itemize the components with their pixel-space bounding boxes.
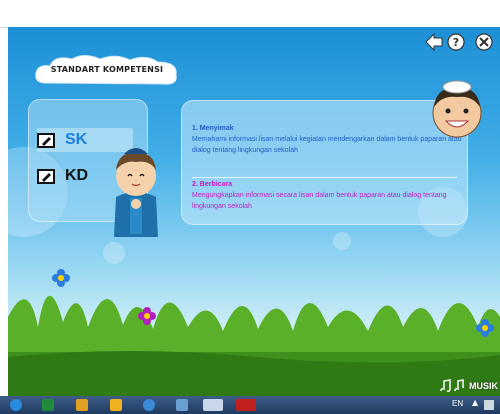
- svg-text:?: ?: [453, 36, 459, 49]
- section-text-berbicara: Mengungkapkan informasi secara lisan dal…: [192, 192, 447, 210]
- media-player-icon[interactable]: [110, 399, 122, 411]
- bubble-decoration: [333, 232, 351, 250]
- boy-character-illustration: [114, 148, 158, 237]
- section-divider: [192, 177, 457, 178]
- excel-icon[interactable]: [42, 399, 54, 411]
- chevron-up-icon[interactable]: ▲: [472, 398, 478, 407]
- smiling-boy-face-illustration: [432, 80, 482, 138]
- music-toggle[interactable]: MUSIK: [438, 378, 498, 394]
- menu-item-label: SK: [65, 131, 88, 148]
- music-label: MUSIK: [469, 381, 498, 391]
- chrome-icon[interactable]: [143, 399, 155, 411]
- flag-icon[interactable]: [484, 400, 494, 410]
- top-controls: ?: [424, 30, 496, 54]
- page-title-cloud: STANDART KOMPETENSI: [32, 53, 182, 91]
- section-text-menyimak: Memahami informasi lisan melalui kegiata…: [192, 136, 462, 154]
- grass-field-illustration: [8, 295, 500, 396]
- music-notes-icon: [440, 379, 464, 392]
- close-icon[interactable]: [475, 33, 493, 51]
- flash-icon[interactable]: [236, 399, 256, 411]
- menu-item-label: KD: [65, 167, 89, 184]
- windows-taskbar: EN ▲: [0, 396, 500, 414]
- content-panel: 1. Menyimak Memahami informasi lisan mel…: [181, 100, 468, 225]
- blue-flower-icon: [476, 319, 494, 337]
- section-title-berbicara: 2. Berbicara: [192, 181, 233, 188]
- purple-flower-icon: [138, 307, 156, 325]
- pencil-box-icon: [37, 168, 55, 184]
- window-top-band: [0, 0, 500, 28]
- paint-icon[interactable]: [76, 399, 88, 411]
- pencil-box-icon: [37, 132, 55, 148]
- page-title: STANDART KOMPETENSI: [50, 65, 164, 74]
- help-icon[interactable]: ?: [447, 33, 465, 51]
- language-indicator[interactable]: EN: [452, 399, 463, 408]
- network-icon[interactable]: [176, 399, 188, 411]
- blue-flower-icon: [52, 269, 70, 287]
- app-scene: STANDART KOMPETENSI ? SK KD 1. Menyimak …: [8, 27, 500, 396]
- internet-explorer-icon[interactable]: [10, 399, 22, 411]
- window-icon[interactable]: [203, 399, 223, 411]
- section-title-menyimak: 1. Menyimak: [192, 125, 234, 132]
- back-icon[interactable]: [425, 32, 443, 52]
